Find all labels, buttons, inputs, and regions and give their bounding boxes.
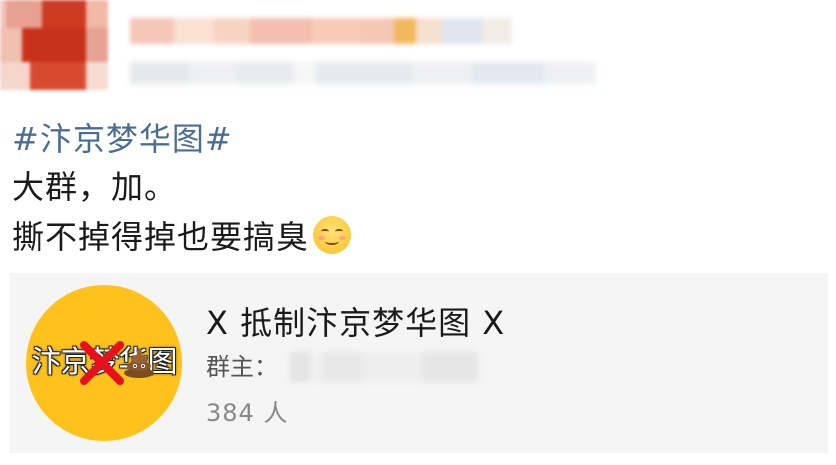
group-avatar[interactable]: 汴京梦华图 [26,285,182,441]
group-member-count: 384 人 [206,399,289,427]
post-text-line-2-text: 撕不掉得掉也要搞臭 [12,218,310,256]
author-avatar-blurred[interactable] [0,0,108,90]
author-name-blurred[interactable] [130,18,512,44]
hashtag-link[interactable]: #汴京梦华图# [12,116,233,162]
post-header [0,0,836,96]
poop-icon [124,348,154,378]
group-card[interactable]: 汴京梦华图 X 抵制汴京梦华图 X 群主： [10,273,828,453]
red-cross-icon [80,341,124,385]
post-text-line-1: 大群，加。 [12,168,178,206]
smiling-face-emoji-icon [313,216,352,254]
post-body: #汴京梦华图# 大群，加。 撕不掉得掉也要搞臭 [12,116,822,262]
weibo-post-screenshot: #汴京梦华图# 大群，加。 撕不掉得掉也要搞臭 汴京梦华图 X 抵制汴京梦华图 [0,0,836,465]
group-owner-name-blurred [290,352,478,382]
post-text-line-2: 撕不掉得掉也要搞臭 [12,212,822,262]
group-owner-row: 群主： [206,349,478,385]
group-owner-label: 群主： [206,353,278,381]
post-meta-blurred [130,62,596,84]
group-title[interactable]: X 抵制汴京梦华图 X [206,301,505,345]
